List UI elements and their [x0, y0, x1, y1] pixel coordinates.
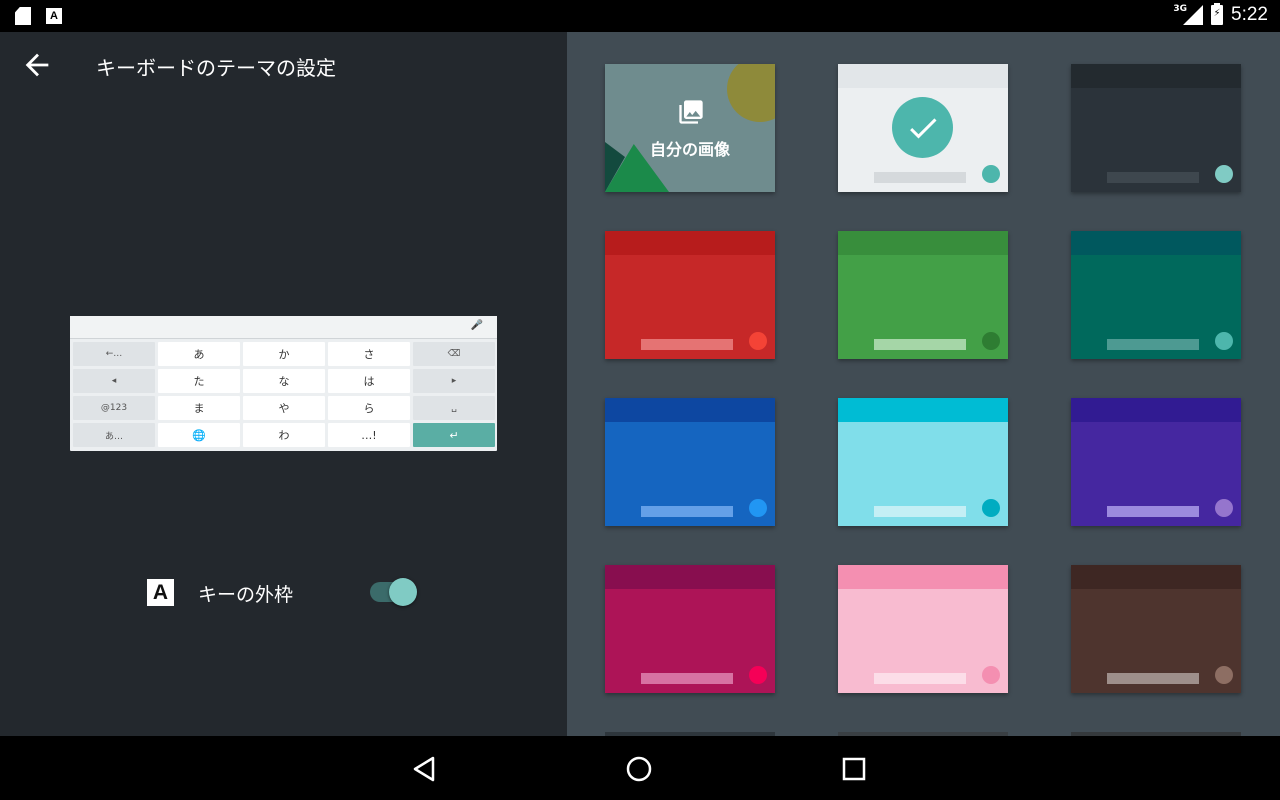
theme-accent-dot [1215, 165, 1233, 183]
status-bar: A 3G 5:22 [0, 0, 1280, 32]
preview-key: さ [328, 342, 410, 366]
theme-spacebar [641, 673, 733, 684]
theme-accent-dot [982, 165, 1000, 183]
photo-library-icon [679, 100, 703, 124]
settings-pane: キーボードのテーマの設定 🎤 ←… あ か さ ⌫ ◂ た な は ▸ @123… [0, 32, 567, 736]
theme-header [1071, 231, 1241, 255]
keyboard-preview: 🎤 ←… あ か さ ⌫ ◂ た な は ▸ @123 ま や ら ␣ あ… 🌐… [70, 316, 497, 451]
preview-key: や [243, 396, 325, 420]
theme-tile-green[interactable] [838, 231, 1008, 359]
preview-key: ⌫ [413, 342, 495, 366]
theme-accent-dot [749, 332, 767, 350]
theme-tile-brown[interactable] [1071, 565, 1241, 693]
theme-tile-cyan[interactable] [838, 398, 1008, 526]
square-recents-icon [842, 757, 866, 781]
preview-key: ◂ [73, 369, 155, 393]
nav-home-button[interactable] [624, 754, 654, 784]
theme-spacebar [1107, 339, 1199, 350]
circle-home-icon [626, 756, 652, 782]
preview-key: あ… [73, 423, 155, 447]
preview-key: な [243, 369, 325, 393]
battery-charging-icon [1211, 3, 1224, 25]
theme-header [838, 565, 1008, 589]
theme-accent-dot [1215, 499, 1233, 517]
nav-recents-button[interactable] [839, 754, 869, 784]
mic-icon: 🎤 [470, 320, 483, 331]
clock: 5:22 [1231, 4, 1268, 25]
theme-accent-dot [749, 499, 767, 517]
theme-header [838, 231, 1008, 255]
key-outline-toggle-thumb[interactable] [389, 578, 417, 606]
preview-key: は [328, 369, 410, 393]
selected-check [892, 97, 953, 158]
navigation-bar [0, 736, 1280, 800]
preview-key: ま [158, 396, 240, 420]
back-button[interactable] [20, 48, 54, 82]
theme-tile-teal[interactable] [1071, 231, 1241, 359]
theme-spacebar [1107, 673, 1199, 684]
preview-key: @123 [73, 396, 155, 420]
check-icon [909, 117, 936, 138]
network-type: 3G [1173, 4, 1188, 14]
theme-tile-magenta[interactable] [605, 565, 775, 693]
theme-spacebar [641, 506, 733, 517]
preview-key: ␣ [413, 396, 495, 420]
custom-image-label: 自分の画像 [649, 140, 730, 159]
theme-grid: 自分の画像 [567, 32, 1280, 736]
theme-tile-purple[interactable] [1071, 398, 1241, 526]
keyboard-suggestion-bar: 🎤 [70, 316, 497, 339]
theme-header [1071, 565, 1241, 589]
theme-header [838, 64, 1008, 88]
theme-accent-dot [982, 499, 1000, 517]
key-outline-icon: A [147, 579, 174, 606]
theme-accent-dot [982, 332, 1000, 350]
page-title: キーボードのテーマの設定 [96, 56, 336, 80]
theme-spacebar [641, 339, 733, 350]
theme-tile-dark[interactable] [1071, 64, 1241, 192]
preview-key-enter: ↵ [413, 423, 495, 447]
theme-accent-dot [1215, 332, 1233, 350]
preview-key: ←… [73, 342, 155, 366]
font-a-icon: A [46, 8, 62, 24]
theme-spacebar [874, 506, 966, 517]
preview-key: わ [243, 423, 325, 447]
theme-header [605, 231, 775, 255]
theme-header [838, 398, 1008, 422]
theme-header [1071, 398, 1241, 422]
preview-key: ら [328, 396, 410, 420]
theme-accent-dot [982, 666, 1000, 684]
preview-key: か [243, 342, 325, 366]
sun-shape [727, 64, 775, 122]
arrow-back-icon [25, 53, 49, 77]
theme-header [605, 398, 775, 422]
triangle-back-icon [413, 756, 435, 782]
sd-card-icon [14, 6, 32, 26]
theme-accent-dot [749, 666, 767, 684]
theme-spacebar [874, 339, 966, 350]
theme-tile-pink[interactable] [838, 565, 1008, 693]
theme-tile-custom-image[interactable]: 自分の画像 [605, 64, 775, 192]
theme-tile-red[interactable] [605, 231, 775, 359]
key-outline-label: キーの外枠 [198, 584, 294, 606]
theme-spacebar [1107, 506, 1199, 517]
theme-tile-blue[interactable] [605, 398, 775, 526]
theme-spacebar [874, 673, 966, 684]
theme-header [1071, 64, 1241, 88]
nav-back-button[interactable] [409, 754, 439, 784]
status-right-icons: 3G 5:22 [1173, 3, 1268, 26]
theme-tile-light[interactable] [838, 64, 1008, 192]
keyboard-keys: ←… あ か さ ⌫ ◂ た な は ▸ @123 ま や ら ␣ あ… 🌐 わ… [73, 342, 495, 447]
theme-spacebar [1107, 172, 1199, 183]
theme-spacebar [874, 172, 966, 183]
preview-key: あ [158, 342, 240, 366]
theme-header [605, 565, 775, 589]
preview-key: た [158, 369, 240, 393]
status-left-icons: A [14, 6, 62, 26]
preview-key: ▸ [413, 369, 495, 393]
theme-accent-dot [1215, 666, 1233, 684]
preview-key: 🌐 [158, 423, 240, 447]
preview-key: …! [328, 423, 410, 447]
